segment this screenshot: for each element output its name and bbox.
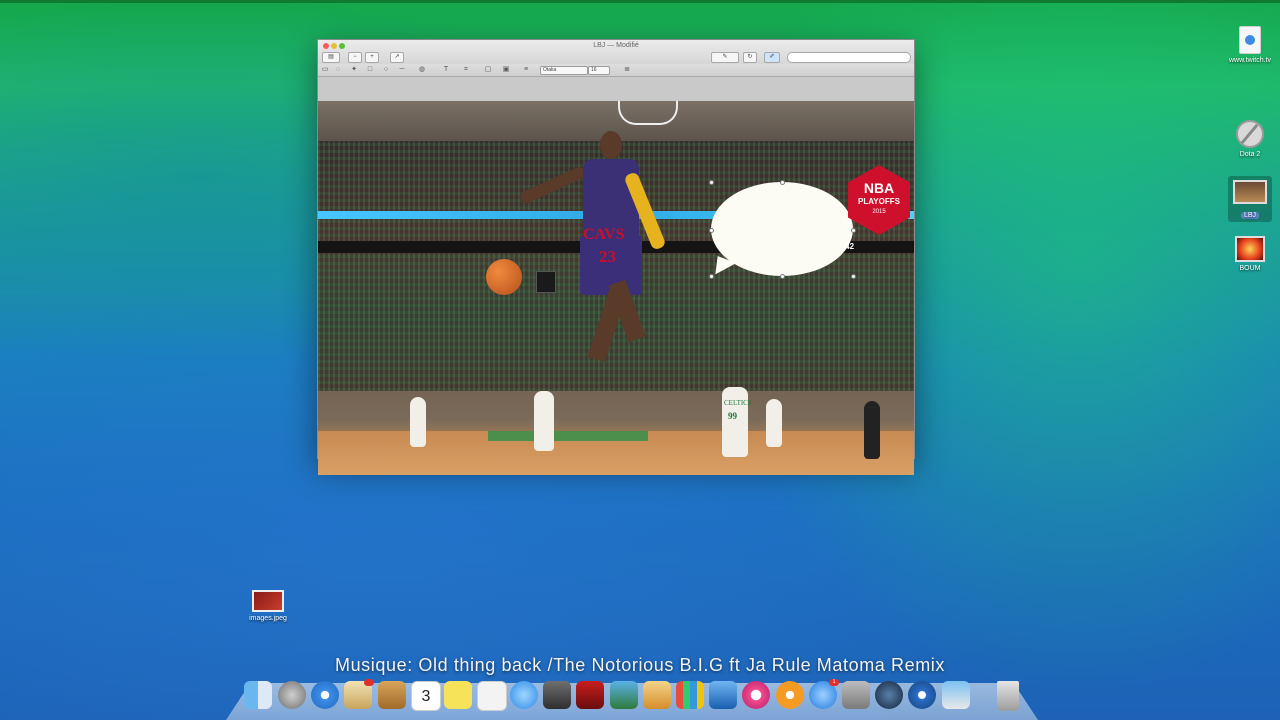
- image-canvas[interactable]: 0:42 CAVS 23 CELTICS 99: [318, 101, 914, 475]
- facetime-icon[interactable]: [543, 681, 571, 709]
- selection-handle[interactable]: [709, 274, 714, 279]
- ibooks-icon[interactable]: [776, 681, 804, 709]
- referee: [864, 401, 880, 459]
- selection-tool-icon[interactable]: ▭: [321, 66, 329, 73]
- system-preferences-icon[interactable]: [842, 681, 870, 709]
- badge-year: 2015: [872, 209, 886, 215]
- text-tool-icon[interactable]: T: [442, 66, 450, 73]
- contacts-icon[interactable]: [378, 681, 406, 709]
- celtics-number: 99: [728, 411, 737, 421]
- itunes-icon[interactable]: [742, 681, 770, 709]
- jpeg-thumbnail-icon: [252, 590, 284, 612]
- lasso-tool-icon[interactable]: ◌: [334, 66, 342, 73]
- finder-icon[interactable]: [244, 681, 272, 709]
- markup-button[interactable]: ✐: [764, 52, 780, 63]
- basketball-hoop: [618, 101, 678, 125]
- desktop-icon-label: Dota 2: [1239, 151, 1261, 158]
- view-menu-button[interactable]: ▤: [322, 52, 340, 63]
- court-paint: [488, 431, 648, 441]
- calendar-day: 3: [421, 688, 431, 705]
- desktop-icon-label: LBJ: [1240, 212, 1260, 219]
- fill-color-icon[interactable]: ▣: [502, 66, 510, 73]
- oval-shape-icon[interactable]: ○: [382, 66, 390, 73]
- font-size-select[interactable]: 16: [588, 66, 610, 75]
- notes-icon[interactable]: [444, 681, 472, 709]
- rotate-button[interactable]: ↻: [743, 52, 757, 63]
- menu-bar-edge: [0, 0, 1280, 3]
- background-player: [766, 399, 782, 447]
- safari-icon[interactable]: [311, 681, 339, 709]
- desktop-icon-label: BOUM: [1239, 265, 1261, 272]
- desktop-icon-lbj[interactable]: LBJ: [1228, 176, 1272, 222]
- app-store-badge: 1: [829, 679, 839, 686]
- font-select[interactable]: Otaka: [540, 66, 588, 75]
- numbers-icon[interactable]: [676, 681, 704, 709]
- stroke-color-icon[interactable]: ▢: [484, 66, 492, 73]
- jersey-number: 23: [599, 247, 616, 266]
- line-shape-icon[interactable]: ─: [398, 66, 406, 73]
- steam-icon[interactable]: [875, 681, 903, 709]
- pages-icon[interactable]: [643, 681, 671, 709]
- player-head: [600, 131, 622, 159]
- desktop-icon-images-jpeg[interactable]: images.jpeg: [240, 590, 296, 622]
- badge-playoffs: PLAYOFFS: [858, 197, 900, 206]
- webloc-document-icon: [1239, 26, 1261, 54]
- dock-icons: 3 1: [244, 679, 1024, 711]
- search-field[interactable]: [787, 52, 911, 63]
- selection-handle[interactable]: [851, 228, 856, 233]
- badge-nba: NBA: [863, 180, 895, 196]
- selection-handle[interactable]: [780, 180, 785, 185]
- photo-booth-icon[interactable]: [576, 681, 604, 709]
- trash-icon[interactable]: [997, 681, 1019, 711]
- background-player: [410, 397, 426, 447]
- app-store-icon[interactable]: 1: [809, 679, 839, 709]
- keynote-icon[interactable]: [709, 681, 737, 709]
- rectangle-shape-icon[interactable]: □: [366, 66, 374, 73]
- crop-tool-icon[interactable]: ⌗: [462, 66, 470, 73]
- text-align-icon[interactable]: ≣: [616, 66, 638, 73]
- desktop-icon-boum[interactable]: BOUM: [1228, 236, 1272, 272]
- selection-handle[interactable]: [780, 274, 785, 279]
- calendar-icon[interactable]: 3: [411, 681, 441, 711]
- share-button[interactable]: ↗: [390, 52, 404, 63]
- celtics-player: [722, 387, 748, 457]
- reminders-icon[interactable]: [477, 681, 507, 711]
- no-entry-icon: [1236, 120, 1264, 148]
- line-style-icon[interactable]: ≡: [522, 66, 530, 73]
- messages-icon[interactable]: [510, 681, 538, 709]
- highlight-button[interactable]: ✎: [711, 52, 739, 63]
- selection-handle[interactable]: [851, 274, 856, 279]
- music-caption: Musique: Old thing back /The Notorious B…: [334, 655, 946, 675]
- preview-icon[interactable]: [610, 681, 638, 709]
- selection-handle[interactable]: [709, 228, 714, 233]
- window-titlebar[interactable]: LBJ — Modifié ▤ − + ↗ ✎ ↻ ✐: [318, 40, 914, 65]
- zoom-out-button[interactable]: −: [348, 52, 362, 63]
- desktop-icon-dota2[interactable]: Dota 2: [1228, 120, 1272, 158]
- mail-badge: [364, 679, 374, 686]
- launchpad-icon[interactable]: [278, 681, 306, 709]
- preview-editor-icon[interactable]: [942, 681, 970, 709]
- image-thumbnail-icon: [1233, 180, 1267, 204]
- zoom-in-button[interactable]: +: [365, 52, 379, 63]
- jersey-name: CAVS: [583, 226, 625, 243]
- player-left-arm: [518, 165, 588, 205]
- desktop-icon-label: www.twitch.tv: [1228, 57, 1271, 64]
- mail-icon[interactable]: [344, 679, 374, 709]
- selection-handle[interactable]: [709, 180, 714, 185]
- instant-alpha-icon[interactable]: ✦: [350, 66, 358, 73]
- desktop-icon-label: images.jpeg: [249, 615, 287, 622]
- quicktime-icon[interactable]: [908, 681, 936, 709]
- explosion-thumbnail-icon: [1235, 236, 1265, 262]
- markup-toolbar: ▭ ◌ ✦ □ ○ ─ ◍ T ⌗ ▢ ▣ ≡ Otaka 16 ≣: [318, 64, 914, 77]
- speech-bubble-tool-icon[interactable]: ◍: [418, 66, 426, 73]
- desktop-icon-twitch[interactable]: www.twitch.tv: [1228, 26, 1272, 64]
- basketball: [486, 259, 522, 295]
- background-player: [534, 391, 554, 451]
- window-title: LBJ — Modifié: [593, 42, 639, 49]
- celtics-text: CELTICS: [724, 399, 752, 407]
- preview-window[interactable]: LBJ — Modifié ▤ − + ↗ ✎ ↻ ✐ ▭ ◌ ✦ □ ○ ─ …: [317, 39, 915, 475]
